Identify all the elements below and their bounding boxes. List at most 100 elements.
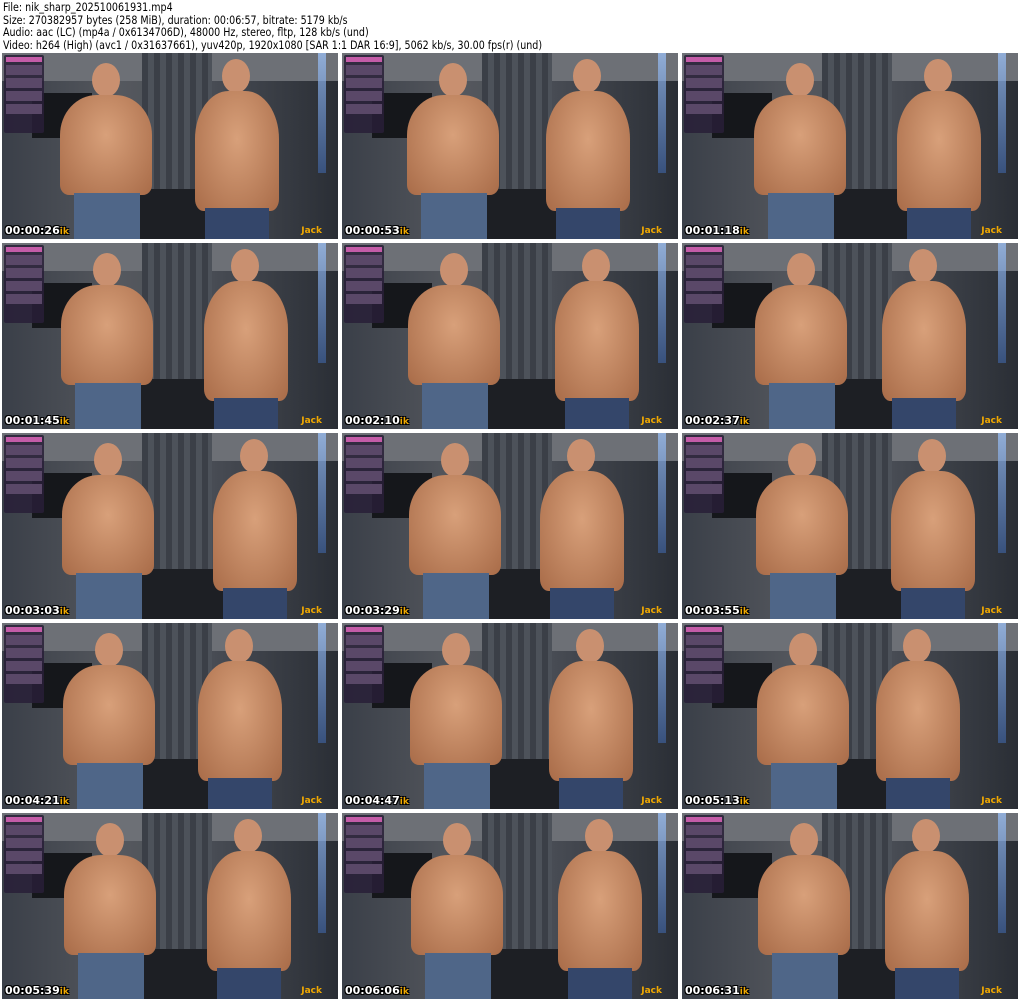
person-right-jeans [907, 208, 971, 239]
person-right-torso [876, 661, 960, 781]
timestamp: 00:06:31ik [685, 984, 749, 997]
timestamp: 00:03:03ik [5, 604, 69, 617]
performer-label-right: Jack [301, 606, 322, 616]
lamp [658, 623, 666, 743]
person-left-jeans [770, 573, 836, 619]
person-left-jeans [424, 763, 490, 809]
audio-info: Audio: aac (LC) (mp4a / 0x6134706D), 480… [3, 25, 369, 40]
person-right-jeans [886, 778, 950, 809]
person-right-jeans [901, 588, 965, 619]
video-thumbnail[interactable]: 00:03:55ik Jack [682, 433, 1018, 619]
performer-label-left: ik [739, 797, 749, 807]
overlay-panel [4, 55, 44, 133]
performer-label-right: Jack [641, 796, 662, 806]
person-right-torso [204, 281, 288, 401]
timestamp: 00:04:47ik [345, 794, 409, 807]
person-right-torso [549, 661, 633, 781]
performer-label-left: ik [399, 797, 409, 807]
person-left-torso [757, 665, 849, 765]
lamp [318, 813, 326, 933]
performer-label-right: Jack [641, 226, 662, 236]
person-left-torso [409, 475, 501, 575]
person-right-jeans [214, 398, 278, 429]
video-thumbnail[interactable]: 00:01:18ik Jack [682, 53, 1018, 239]
person-left-torso [61, 285, 153, 385]
person-left-head [790, 823, 818, 857]
performer-label-left: ik [739, 607, 749, 617]
person-right-torso [558, 851, 642, 971]
person-right-head [576, 629, 604, 663]
person-left-torso [410, 665, 502, 765]
person-left-torso [754, 95, 846, 195]
timestamp: 00:06:06ik [345, 984, 409, 997]
person-right-torso [198, 661, 282, 781]
video-thumbnail[interactable]: 00:00:26ik Jack [2, 53, 338, 239]
person-right-torso [882, 281, 966, 401]
lamp [658, 813, 666, 933]
video-thumbnail[interactable]: 00:04:47ik Jack [342, 623, 678, 809]
video-thumbnail[interactable]: 00:03:29ik Jack [342, 433, 678, 619]
person-left-jeans [75, 383, 141, 429]
video-thumbnail[interactable]: 00:02:10ik Jack [342, 243, 678, 429]
overlay-panel [4, 625, 44, 703]
person-left-torso [63, 665, 155, 765]
performer-label-right: Jack [981, 226, 1002, 236]
person-left-jeans [422, 383, 488, 429]
person-left-torso [756, 475, 848, 575]
performer-label-right: Jack [981, 986, 1002, 996]
video-thumbnail[interactable]: 00:05:39ik Jack [2, 813, 338, 999]
person-left-head [439, 63, 467, 97]
timestamp: 00:03:55ik [685, 604, 749, 617]
video-thumbnail[interactable]: 00:00:53ik Jack [342, 53, 678, 239]
video-thumbnail[interactable]: 00:05:13ik Jack [682, 623, 1018, 809]
overlay-panel [684, 55, 724, 133]
person-right-torso [546, 91, 630, 211]
person-left-torso [407, 95, 499, 195]
person-left-head [789, 633, 817, 667]
person-right-head [573, 59, 601, 93]
person-right-head [582, 249, 610, 283]
video-thumbnail[interactable]: 00:02:37ik Jack [682, 243, 1018, 429]
timestamp: 00:01:18ik [685, 224, 749, 237]
person-right-jeans [208, 778, 272, 809]
person-right-head [231, 249, 259, 283]
person-left-head [94, 443, 122, 477]
lamp [318, 243, 326, 363]
performer-label-left: ik [59, 227, 69, 237]
timestamp: 00:00:53ik [345, 224, 409, 237]
video-thumbnail[interactable]: 00:04:21ik Jack [2, 623, 338, 809]
video-thumbnail[interactable]: 00:06:31ik Jack [682, 813, 1018, 999]
person-right-jeans [565, 398, 629, 429]
video-thumbnail[interactable]: 00:06:06ik Jack [342, 813, 678, 999]
person-right-head [567, 439, 595, 473]
performer-label-left: ik [739, 987, 749, 997]
performer-label-right: Jack [301, 226, 322, 236]
overlay-panel [344, 435, 384, 513]
performer-label-left: ik [739, 227, 749, 237]
person-left-head [443, 823, 471, 857]
performer-label-left: ik [399, 607, 409, 617]
video-thumbnail[interactable]: 00:01:45ik Jack [2, 243, 338, 429]
person-right-torso [555, 281, 639, 401]
person-right-jeans [559, 778, 623, 809]
person-right-torso [891, 471, 975, 591]
person-right-head [903, 629, 931, 663]
person-left-jeans [77, 763, 143, 809]
person-left-head [96, 823, 124, 857]
timestamp: 00:01:45ik [5, 414, 69, 427]
overlay-panel [684, 625, 724, 703]
person-right-jeans [223, 588, 287, 619]
lamp [998, 243, 1006, 363]
person-right-head [240, 439, 268, 473]
overlay-panel [344, 55, 384, 133]
person-left-torso [62, 475, 154, 575]
overlay-panel [684, 435, 724, 513]
lamp [318, 433, 326, 553]
performer-label-left: ik [739, 417, 749, 427]
person-left-torso [60, 95, 152, 195]
video-thumbnail[interactable]: 00:03:03ik Jack [2, 433, 338, 619]
overlay-panel [684, 815, 724, 893]
person-right-torso [195, 91, 279, 211]
person-right-torso [897, 91, 981, 211]
person-left-jeans [771, 763, 837, 809]
